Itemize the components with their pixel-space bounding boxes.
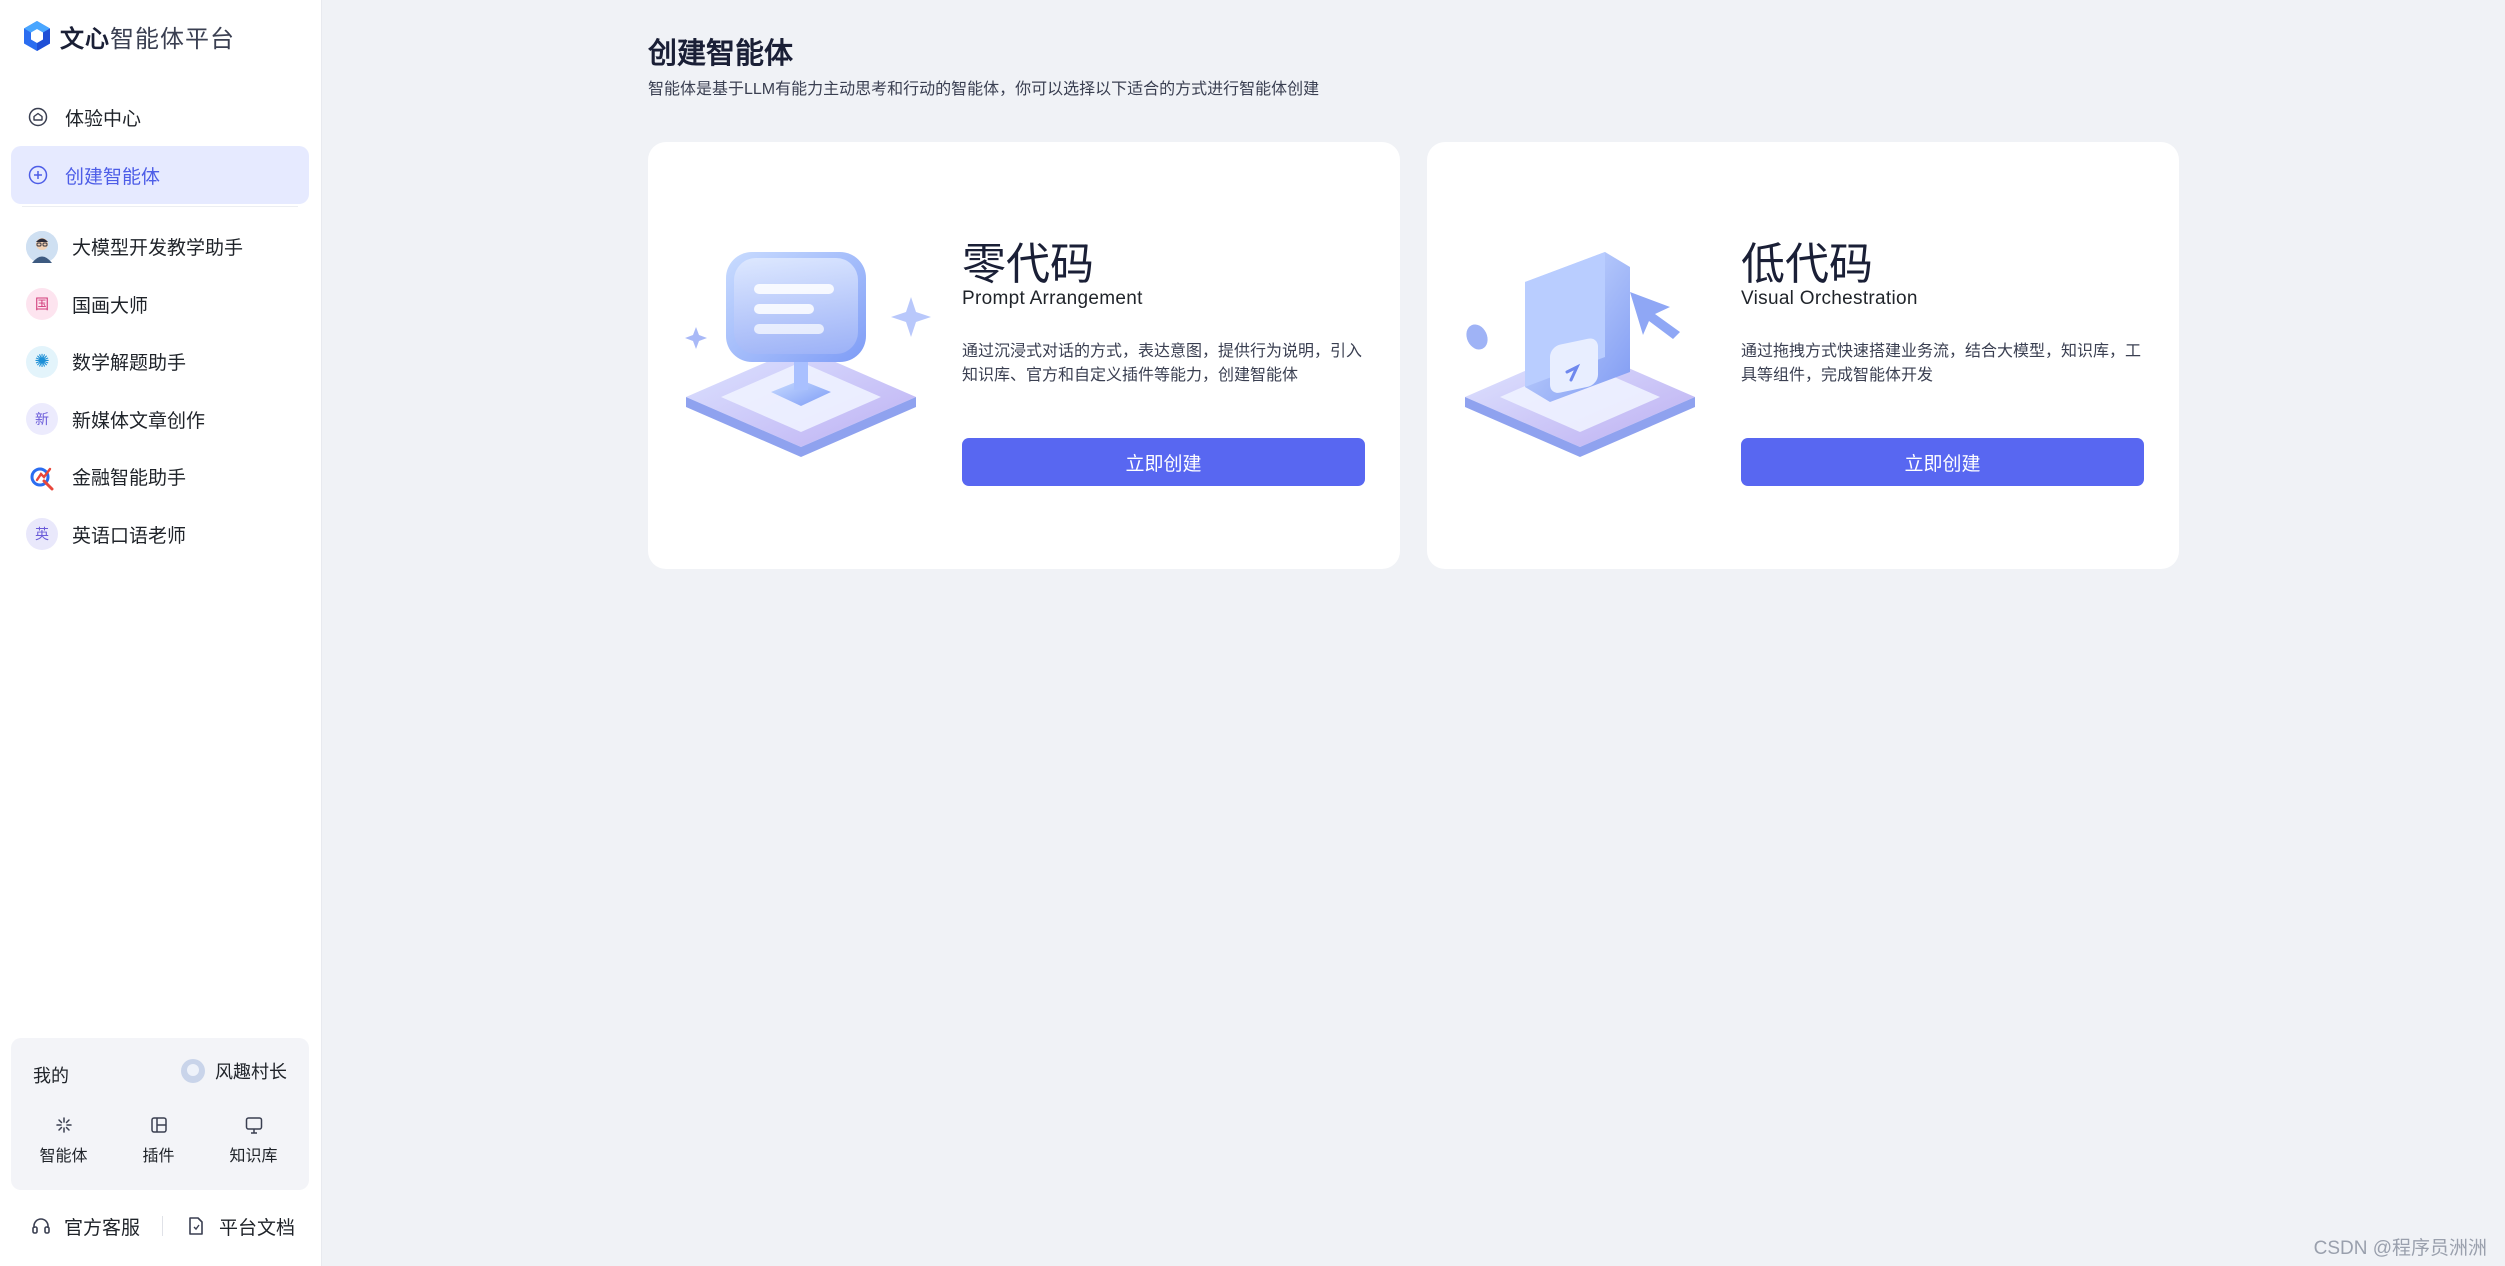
agent-list: 大模型开发教学助手 国 国画大师 ✺ 数学解题助手 新 新媒体文章创作 金融智能… bbox=[26, 218, 306, 563]
canvas-cursor-illustration bbox=[1465, 252, 1695, 457]
sidebar: 文心 智能体平台 体验中心 创建智能体 大模型开发教学助手 国 国画大师 ✺ 数… bbox=[0, 0, 322, 1266]
card-subtitle: Prompt Arrangement bbox=[962, 288, 1143, 309]
nav-divider bbox=[22, 206, 298, 207]
watermark: CSDN @程序员洲洲 bbox=[2313, 1238, 2487, 1259]
card-title: 零代码 bbox=[962, 240, 1094, 289]
card-description: 通过拖拽方式快速搭建业务流，结合大模型，知识库，工具等组件，完成智能体开发 bbox=[1741, 343, 2142, 384]
tool-label: 智能体 bbox=[39, 1148, 88, 1165]
math-avatar: ✺ bbox=[26, 345, 58, 378]
nav-item-create-agent[interactable]: 创建智能体 bbox=[11, 146, 309, 204]
agent-item[interactable]: 大模型开发教学助手 bbox=[26, 218, 306, 276]
card-title: 低代码 bbox=[1741, 240, 1873, 289]
knowledge-icon bbox=[245, 1117, 262, 1134]
main-nav: 体验中心 创建智能体 bbox=[11, 88, 309, 204]
customer-service-link[interactable]: 官方客服 bbox=[30, 1213, 140, 1240]
brand-name-rest: 智能体平台 bbox=[110, 25, 235, 53]
low-code-card[interactable]: 低代码 Visual Orchestration 通过拖拽方式快速搭建业务流，结… bbox=[1427, 142, 2179, 569]
my-tools: 智能体 插件 知识库 bbox=[11, 1114, 309, 1166]
create-low-code-button[interactable]: 立即创建 bbox=[1741, 438, 2144, 486]
agent-label: 新媒体文章创作 bbox=[72, 410, 206, 432]
agent-item[interactable]: 金融智能助手 bbox=[26, 448, 306, 506]
brand[interactable]: 文心 智能体平台 bbox=[22, 20, 235, 53]
agent-item[interactable]: ✺ 数学解题助手 bbox=[26, 333, 306, 391]
agent-label: 数学解题助手 bbox=[72, 353, 187, 375]
agent-item[interactable]: 新 新媒体文章创作 bbox=[26, 391, 306, 449]
document-icon bbox=[189, 1217, 203, 1235]
agent-label: 大模型开发教学助手 bbox=[72, 238, 244, 260]
my-panel: 我的 风趣村长 智能体 插件 知识库 bbox=[11, 1038, 309, 1190]
home-icon bbox=[27, 106, 49, 128]
agent-label: 国画大师 bbox=[72, 295, 149, 317]
wenxin-logo-icon bbox=[24, 21, 50, 51]
page-subtitle: 智能体是基于LLM有能力主动思考和行动的智能体，你可以选择以下适合的方式进行智能… bbox=[648, 81, 1320, 98]
platform-docs-label: 平台文档 bbox=[219, 1217, 296, 1239]
platform-docs-link[interactable]: 平台文档 bbox=[185, 1213, 295, 1240]
page-title: 创建智能体 bbox=[648, 38, 794, 70]
brand-name-bold: 文心 bbox=[60, 25, 110, 53]
finance-avatar bbox=[26, 460, 58, 493]
agent-item[interactable]: 英 英语口语老师 bbox=[26, 506, 306, 564]
my-panel-title: 我的 bbox=[33, 1066, 69, 1086]
plugin-icon bbox=[150, 1117, 167, 1133]
zero-code-card[interactable]: 零代码 Prompt Arrangement 通过沉浸式对话的方式，表达意图，提… bbox=[648, 142, 1400, 569]
my-agents-button[interactable]: 智能体 bbox=[16, 1114, 111, 1166]
tool-label: 插件 bbox=[142, 1148, 175, 1165]
agent-item[interactable]: 国 国画大师 bbox=[26, 276, 306, 334]
card-description: 通过沉浸式对话的方式，表达意图，提供行为说明，引入知识库、官方和自定义插件等能力… bbox=[962, 343, 1363, 384]
nav-item-label: 创建智能体 bbox=[65, 166, 161, 188]
sparkle-icon bbox=[55, 1117, 72, 1133]
headset-icon bbox=[32, 1218, 50, 1234]
avatar bbox=[181, 1059, 205, 1083]
customer-service-label: 官方客服 bbox=[64, 1217, 141, 1239]
tool-label: 知识库 bbox=[229, 1148, 278, 1165]
nav-item-experience-center[interactable]: 体验中心 bbox=[11, 88, 309, 146]
user-profile[interactable]: 风趣村长 bbox=[181, 1058, 287, 1084]
create-zero-code-button[interactable]: 立即创建 bbox=[962, 438, 1365, 486]
sidebar-footer: 官方客服 平台文档 bbox=[30, 1210, 300, 1242]
my-plugins-button[interactable]: 插件 bbox=[111, 1114, 206, 1166]
user-name: 风趣村长 bbox=[215, 1062, 287, 1082]
english-avatar: 英 bbox=[26, 518, 58, 551]
agent-label: 英语口语老师 bbox=[72, 525, 187, 547]
my-knowledge-button[interactable]: 知识库 bbox=[206, 1114, 301, 1166]
chat-bubble-illustration bbox=[685, 252, 931, 457]
plus-circle-icon bbox=[27, 164, 49, 186]
footer-divider bbox=[162, 1216, 164, 1236]
media-avatar: 新 bbox=[26, 403, 58, 436]
card-subtitle: Visual Orchestration bbox=[1741, 288, 1918, 309]
agent-label: 金融智能助手 bbox=[72, 468, 187, 490]
teacher-avatar bbox=[26, 230, 58, 263]
guohua-avatar: 国 bbox=[26, 288, 58, 321]
nav-item-label: 体验中心 bbox=[65, 108, 142, 130]
